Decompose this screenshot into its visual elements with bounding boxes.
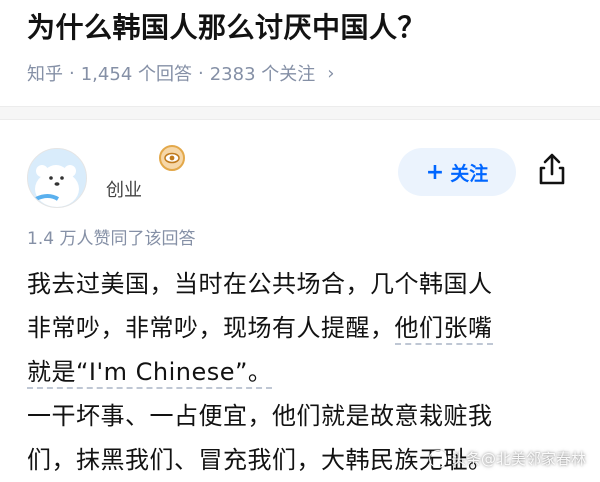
- section-divider: [0, 106, 600, 120]
- meta-separator: ·: [69, 62, 75, 84]
- answer-line: 非常吵，非常吵，现场有人提醒，他们张嘴: [27, 306, 587, 350]
- answer-line: 我去过美国，当时在公共场合，几个韩国人: [27, 270, 493, 298]
- polar-bear-avatar[interactable]: [27, 148, 87, 208]
- follow-label: 关注: [450, 162, 489, 185]
- source-label: 知乎: [27, 64, 63, 85]
- underlined-phrase: 他们张嘴: [394, 314, 493, 345]
- polar-bear-icon: [28, 149, 86, 207]
- question-meta[interactable]: 知乎 · 1,454 个回答 · 2383 个关注 ›: [27, 60, 334, 86]
- answer-line: 就是“I'm Chinese”。: [27, 350, 587, 394]
- watermark-text: 头条@北美邻家春林: [450, 450, 586, 468]
- answer-count: 1,454 个回答: [80, 64, 192, 85]
- share-icon[interactable]: [532, 150, 572, 190]
- answer-line: 一干坏事、一占便宜，他们就是故意栽赃我: [27, 402, 493, 430]
- plus-icon: +: [425, 159, 445, 185]
- underlined-phrase: 就是“I'm Chinese”。: [27, 358, 273, 389]
- meta-separator: ·: [198, 62, 204, 84]
- answer-line-text: 非常吵，非常吵，现场有人提醒，: [27, 314, 395, 342]
- follow-button[interactable]: + 关注: [398, 148, 516, 196]
- watermark: 头条@北美邻家春林: [428, 448, 586, 469]
- follower-count: 2383 个关注: [209, 64, 316, 85]
- author-name[interactable]: 创业: [106, 176, 142, 202]
- vote-count: 1.4 万人赞同了该回答: [27, 229, 196, 249]
- question-title[interactable]: 为什么韩国人那么讨厌中国人？: [27, 6, 426, 46]
- chevron-right-icon: ›: [327, 62, 335, 84]
- eye-badge-icon: [158, 144, 186, 172]
- watermark-icon: [428, 449, 447, 468]
